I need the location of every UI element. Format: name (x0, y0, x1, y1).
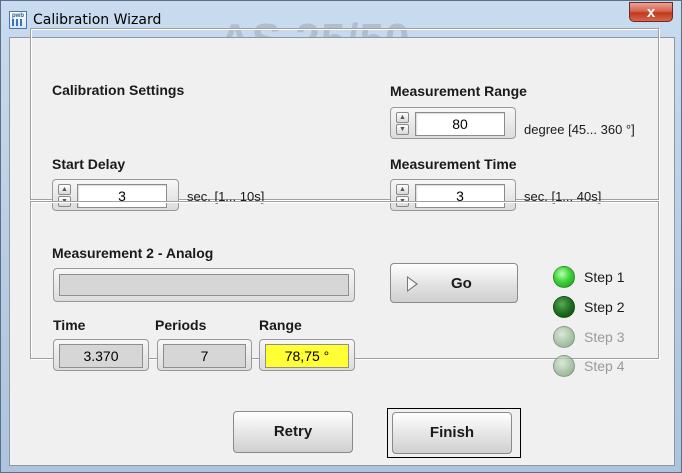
step-2-label: Step 2 (584, 299, 625, 315)
time-value: 3.370 (59, 344, 143, 368)
calibration-settings-title: Calibration Settings (52, 82, 185, 98)
start-delay-label: Start Delay (52, 156, 126, 172)
step-4-led-icon (553, 355, 575, 377)
increment-icon[interactable]: ▲ (396, 112, 409, 123)
go-button-label: Go (451, 275, 472, 292)
app-icon-bars (12, 19, 24, 26)
decrement-icon[interactable]: ▼ (396, 124, 409, 135)
time-label: Time (53, 317, 86, 333)
measurement-range-label: Measurement Range (390, 83, 527, 99)
measurement-title: Measurement 2 - Analog (52, 245, 214, 261)
app-icon: pwb (9, 11, 27, 29)
calibration-wizard-window: AS 25/50 pwb Calibration Wizard x Calibr… (0, 0, 682, 473)
range-indicator: 78,75 ° (259, 339, 355, 371)
step-1-label: Step 1 (584, 269, 625, 285)
increment-icon[interactable]: ▲ (396, 184, 409, 195)
step-3-label: Step 3 (584, 329, 625, 345)
step-1-led-icon (553, 266, 575, 288)
measurement-time-label: Measurement Time (390, 156, 517, 172)
play-icon (407, 276, 418, 292)
time-indicator: 3.370 (53, 339, 149, 371)
progress-track (59, 274, 349, 296)
measurement-range-input[interactable]: 80 (415, 112, 505, 136)
measurement-range-control: ▲ ▼ 80 (390, 107, 516, 139)
step-3-led-icon (553, 326, 575, 348)
measurement-range-unit: degree [45... 360 °] (524, 122, 635, 137)
measurement-progress-bar (53, 268, 355, 302)
measurement-range-spinner: ▲ ▼ (396, 112, 409, 136)
close-button[interactable]: x (629, 2, 673, 22)
retry-button[interactable]: Retry (233, 411, 353, 453)
window-title: Calibration Wizard (33, 12, 162, 28)
periods-indicator: 7 (157, 339, 252, 371)
calibration-settings-group (30, 28, 659, 200)
periods-value: 7 (163, 344, 246, 368)
finish-button[interactable]: Finish (392, 412, 512, 454)
periods-label: Periods (155, 317, 207, 333)
range-label: Range (259, 317, 302, 333)
go-button[interactable]: Go (390, 263, 518, 303)
increment-icon[interactable]: ▲ (58, 184, 71, 195)
step-2-led-icon (553, 296, 575, 318)
step-4-label: Step 4 (584, 358, 625, 374)
range-value: 78,75 ° (265, 344, 349, 368)
